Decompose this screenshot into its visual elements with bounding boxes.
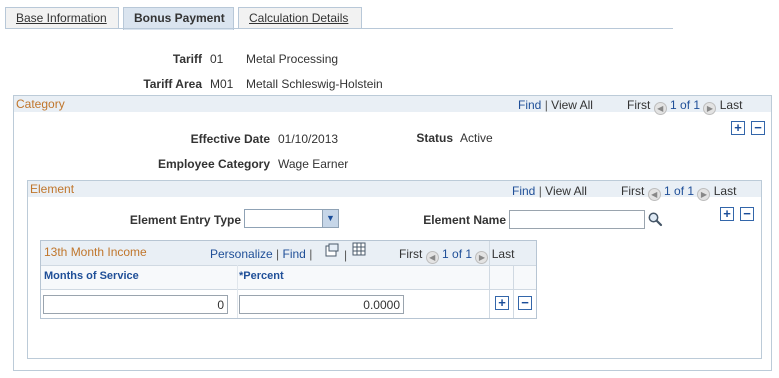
employee-category-value: Wage Earner <box>278 157 349 171</box>
new-window-icon[interactable] <box>325 243 339 257</box>
element-delete-button[interactable]: − <box>740 207 754 221</box>
next-icon[interactable]: ▶ <box>703 102 717 115</box>
plus-icon: + <box>734 120 742 135</box>
tariff-area-description: Metall Schleswig-Holstein <box>246 77 383 91</box>
months-of-service-input[interactable] <box>43 295 228 314</box>
chevron-down-icon[interactable]: ▼ <box>322 210 338 227</box>
category-nav: Find | View All <box>518 98 593 112</box>
status-value: Active <box>460 131 493 145</box>
category-title: Category <box>16 97 65 111</box>
grid-pager: First ◀ 1 of 1 ▶ Last <box>399 247 514 264</box>
element-last-label: Last <box>713 184 737 198</box>
category-add-button[interactable]: + <box>731 121 745 135</box>
tariff-code: 01 <box>210 52 224 66</box>
personalize-link[interactable]: Personalize <box>210 247 273 261</box>
tab-bonus-payment[interactable]: Bonus Payment <box>123 7 234 30</box>
effective-date-value: 01/10/2013 <box>278 132 339 146</box>
element-view-all[interactable]: View All <box>545 184 587 198</box>
previous-icon[interactable]: ◀ <box>425 251 439 264</box>
grid-col-divider <box>513 265 514 318</box>
percent-input[interactable] <box>239 295 404 314</box>
col-percent: *Percent <box>239 270 284 282</box>
category-view-all[interactable]: View All <box>551 98 593 112</box>
category-pager: First ◀ 1 of 1 ▶ Last <box>627 98 742 115</box>
tariff-description: Metal Processing <box>246 52 339 66</box>
grid-row-delete-button[interactable]: − <box>518 296 532 310</box>
employee-category-label: Employee Category <box>157 157 270 171</box>
element-count: 1 of 1 <box>664 184 695 198</box>
element-pager: First ◀ 1 of 1 ▶ Last <box>621 184 736 201</box>
plus-icon: + <box>723 206 731 221</box>
grid-last-label: Last <box>491 247 515 261</box>
element-name-label: Element Name <box>423 213 506 227</box>
grid-col-divider <box>237 265 238 318</box>
element-nav: Find | View All <box>512 184 587 198</box>
tariff-area-label: Tariff Area <box>143 77 202 91</box>
col-months-of-service: Months of Service <box>44 270 139 282</box>
next-icon[interactable]: ▶ <box>475 251 489 264</box>
minus-icon: − <box>521 295 529 310</box>
element-first-label: First <box>621 184 645 198</box>
effective-date-label: Effective Date <box>190 132 270 146</box>
element-entry-type-select[interactable]: ▼ <box>244 209 339 228</box>
grid-first-label: First <box>399 247 423 261</box>
previous-icon[interactable]: ◀ <box>647 188 661 201</box>
minus-icon: − <box>743 206 751 221</box>
element-name-input[interactable] <box>509 210 645 229</box>
plus-icon: + <box>498 295 506 310</box>
grid-title: 13th Month Income <box>44 245 147 259</box>
category-delete-button[interactable]: − <box>751 121 765 135</box>
tab-calculation-details[interactable]: Calculation Details <box>238 7 362 29</box>
spreadsheet-icon[interactable] <box>352 242 366 256</box>
tariff-area-code: M01 <box>210 77 234 91</box>
search-icon[interactable] <box>647 211 663 227</box>
element-title: Element <box>30 182 75 196</box>
grid-row-add-button[interactable]: + <box>495 296 509 310</box>
grid-count: 1 of 1 <box>442 247 473 261</box>
element-find-link[interactable]: Find <box>512 184 535 198</box>
previous-icon[interactable]: ◀ <box>653 102 667 115</box>
status-label: Status <box>416 131 453 145</box>
category-count: 1 of 1 <box>670 98 701 112</box>
tab-divider <box>5 28 673 29</box>
grid-toolbar: Personalize | Find | <box>210 247 313 261</box>
category-last-label: Last <box>719 98 743 112</box>
grid-find-link[interactable]: Find <box>283 247 306 261</box>
next-icon[interactable]: ▶ <box>697 188 711 201</box>
element-entry-type-label: Element Entry Type <box>129 213 241 227</box>
minus-icon: − <box>754 120 762 135</box>
element-add-button[interactable]: + <box>720 207 734 221</box>
category-find-link[interactable]: Find <box>518 98 541 112</box>
category-first-label: First <box>627 98 651 112</box>
tariff-label: Tariff <box>172 52 202 66</box>
tab-base-information[interactable]: Base Information <box>5 7 119 29</box>
